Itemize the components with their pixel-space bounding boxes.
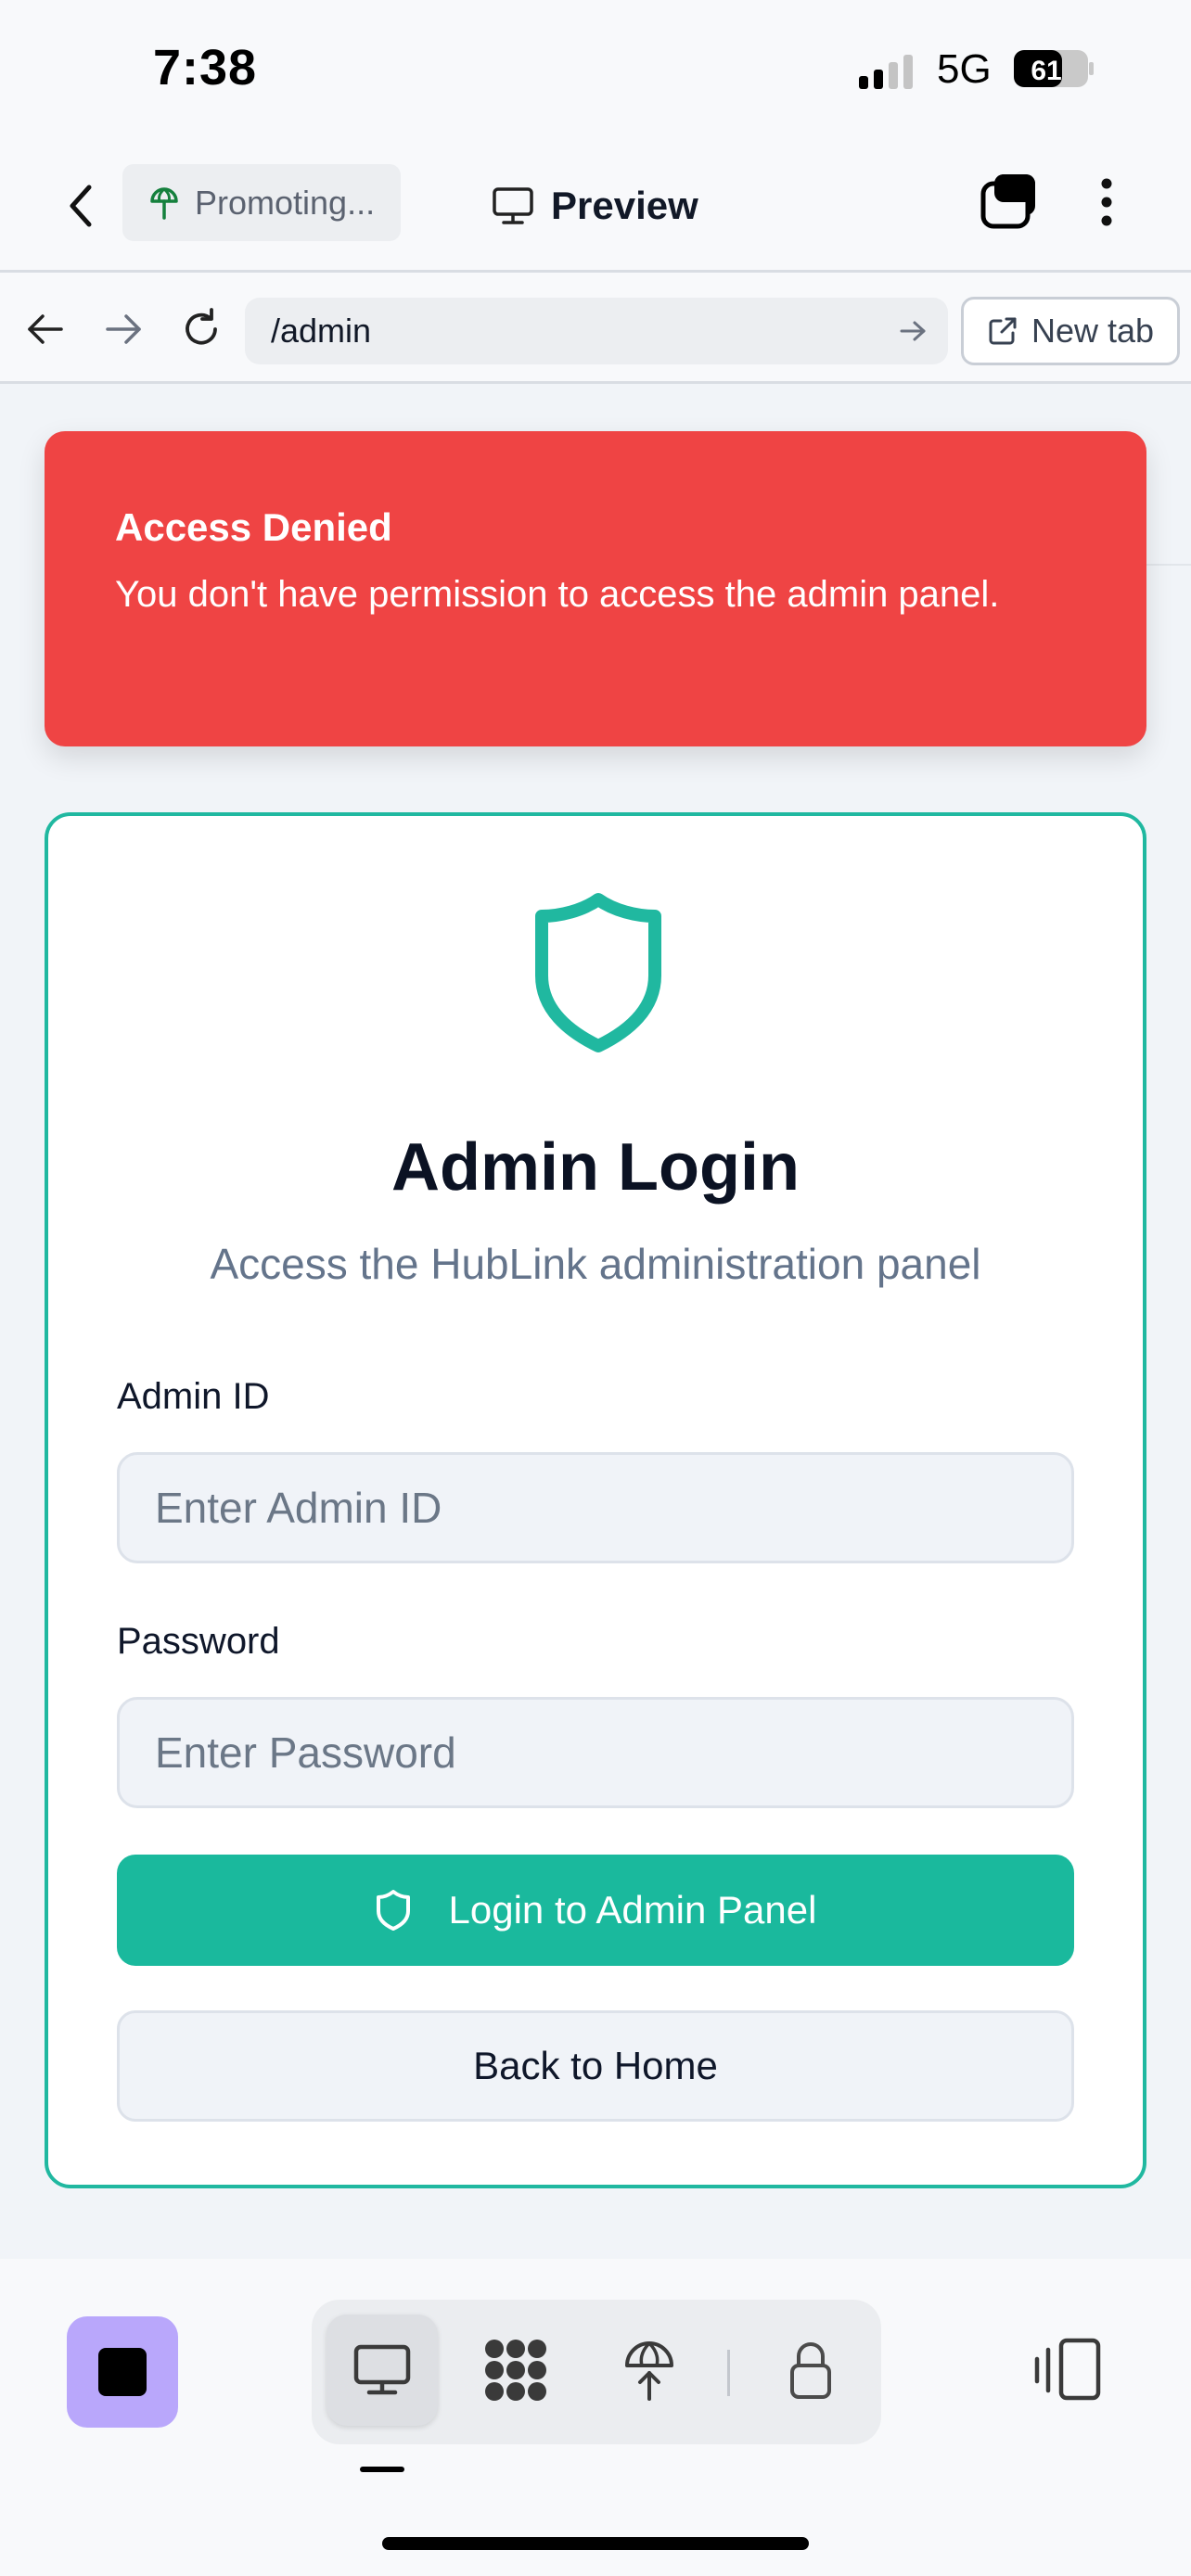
- bottom-toolbar: [0, 2259, 1191, 2576]
- cellular-signal-icon: [859, 55, 913, 89]
- back-chevron-icon[interactable]: [58, 176, 104, 236]
- admin-id-label: Admin ID: [117, 1376, 270, 1417]
- url-text: /admin: [271, 312, 372, 350]
- back-to-home-button[interactable]: Back to Home: [117, 2010, 1074, 2122]
- tabs-switcher-icon[interactable]: [980, 171, 1039, 230]
- go-arrow-icon[interactable]: [898, 318, 928, 344]
- back-to-home-label: Back to Home: [473, 2044, 718, 2087]
- page-title: Admin Login: [391, 1130, 800, 1205]
- project-chip[interactable]: Promoting...: [122, 164, 401, 241]
- shield-icon: [535, 893, 661, 1052]
- status-time: 7:38: [153, 40, 258, 96]
- project-label: Promoting...: [195, 183, 376, 222]
- active-tab-indicator: [360, 2467, 404, 2472]
- login-button[interactable]: Login to Admin Panel: [117, 1855, 1074, 1966]
- preview-title: Preview: [492, 176, 698, 236]
- password-label: Password: [117, 1621, 280, 1662]
- switcher-divider: [727, 2350, 730, 2396]
- monitor-icon: [353, 2344, 411, 2395]
- nav-forward-arrow-icon[interactable]: [100, 306, 147, 352]
- stop-icon: [98, 2348, 147, 2396]
- toast-title: Access Denied: [115, 505, 392, 549]
- deploy-icon: [625, 2341, 673, 2401]
- page-subtitle: Access the HubLink administration panel: [210, 1240, 981, 1288]
- app-header: Promoting... Preview: [0, 139, 1191, 273]
- network-type: 5G: [937, 46, 992, 92]
- admin-id-input[interactable]: [117, 1452, 1074, 1563]
- new-tab-button[interactable]: New tab: [961, 297, 1180, 365]
- deploy-tab[interactable]: [594, 2315, 705, 2426]
- more-options-icon[interactable]: [1087, 172, 1126, 232]
- shield-small-icon: [376, 1890, 410, 1931]
- apps-tab[interactable]: [460, 2315, 571, 2426]
- admin-login-card: Admin Login Access the HubLink administr…: [45, 812, 1146, 2188]
- battery-level: 61: [1031, 56, 1061, 86]
- browser-bar: /admin New tab: [0, 273, 1191, 384]
- apps-grid-icon: [485, 2340, 546, 2401]
- url-field[interactable]: /admin: [245, 298, 948, 364]
- login-button-label: Login to Admin Panel: [448, 1888, 817, 1932]
- deploy-tree-icon: [150, 186, 178, 220]
- view-switcher: [312, 2300, 881, 2444]
- preview-label: Preview: [551, 184, 698, 227]
- toast-message: You don't have permission to access the …: [115, 574, 1000, 615]
- monitor-icon: [493, 187, 533, 224]
- external-link-icon: [989, 317, 1017, 345]
- status-bar: 7:38 5G 61: [0, 0, 1191, 139]
- device-rotate-icon[interactable]: [1033, 2337, 1104, 2404]
- reload-icon[interactable]: [178, 306, 224, 352]
- error-toast: Access Denied You don't have permission …: [45, 431, 1146, 746]
- lock-icon: [790, 2342, 831, 2399]
- new-tab-label: New tab: [1031, 312, 1155, 350]
- battery-icon: 61: [1014, 50, 1094, 87]
- password-input[interactable]: [117, 1697, 1074, 1808]
- lock-tab[interactable]: [755, 2315, 866, 2426]
- stop-button[interactable]: [67, 2316, 178, 2428]
- home-indicator: [382, 2537, 809, 2550]
- preview-tab[interactable]: [327, 2315, 438, 2426]
- nav-back-arrow-icon[interactable]: [22, 306, 69, 352]
